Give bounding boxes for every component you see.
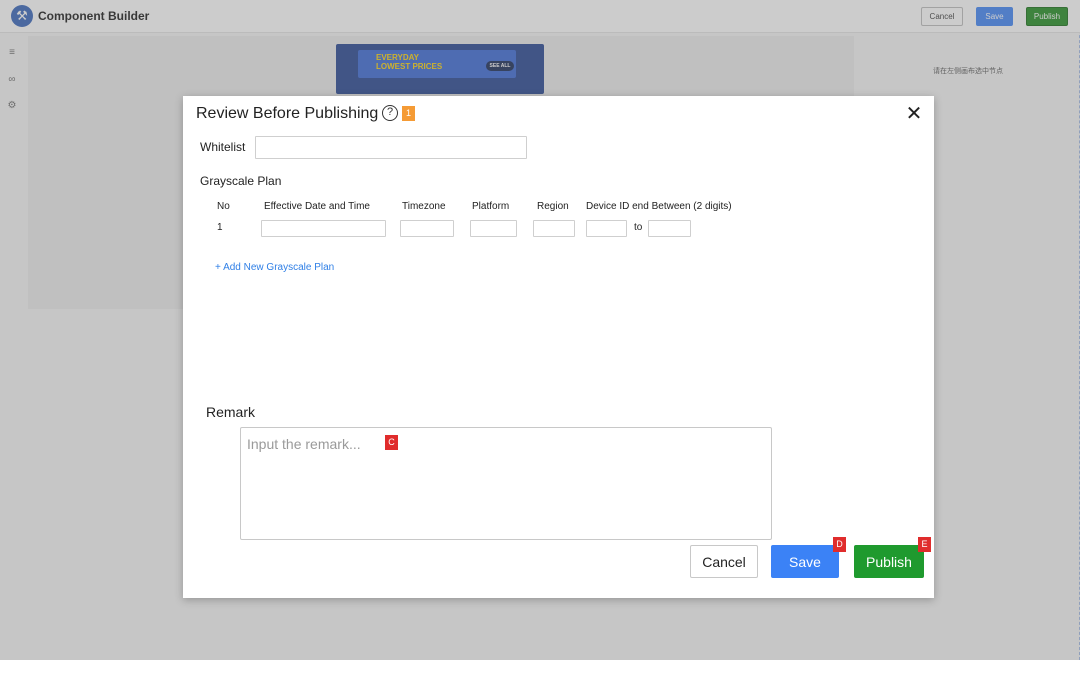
cancel-button[interactable]: Cancel [690,545,758,578]
help-circle-icon[interactable]: ? [382,105,398,121]
to-label: to [634,222,643,233]
col-no: No [217,201,230,212]
row-no: 1 [217,222,223,233]
add-grayscale-plan-link[interactable]: + Add New Grayscale Plan [215,262,334,273]
device-id-from-input[interactable] [586,220,627,237]
badge-publish: E [918,537,931,552]
close-icon[interactable]: ✕ [904,104,924,124]
modal-title: Review Before Publishing [196,105,379,122]
remark-input[interactable] [240,427,772,540]
region-input[interactable] [533,220,575,237]
review-modal: Review Before Publishing ? 1 ✕ Whitelist… [183,96,934,598]
whitelist-label: Whitelist [200,140,246,154]
badge-title: 1 [402,106,415,121]
badge-remark: C [385,435,398,450]
effective-date-input[interactable] [261,220,386,237]
publish-button[interactable]: Publish [854,545,924,578]
platform-input[interactable] [470,220,517,237]
save-button[interactable]: Save [771,545,839,578]
col-platform: Platform [472,201,510,212]
whitelist-input[interactable] [255,136,527,159]
grayscale-label: Grayscale Plan [200,174,282,188]
col-timezone: Timezone [402,201,446,212]
col-effective-date: Effective Date and Time [264,201,370,212]
col-region: Region [537,201,569,212]
badge-save: D [833,537,846,552]
col-device-id: Device ID end Between (2 digits) [586,201,732,212]
remark-label: Remark [206,404,256,420]
timezone-input[interactable] [400,220,454,237]
device-id-to-input[interactable] [648,220,691,237]
